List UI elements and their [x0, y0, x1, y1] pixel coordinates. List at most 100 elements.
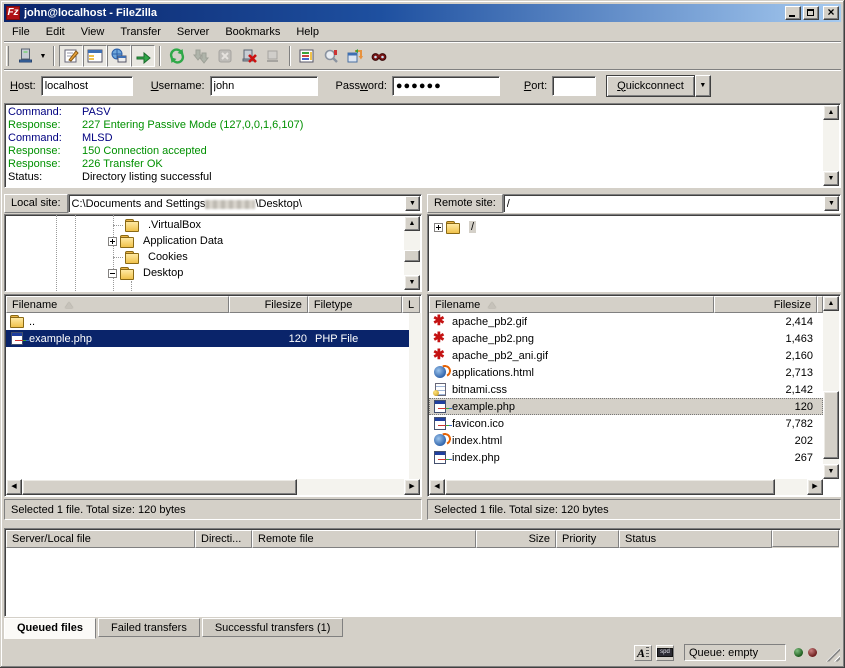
local-list-hscrollbar[interactable]: ◀ ▶ — [6, 479, 420, 495]
file-row-example-php[interactable]: example.php 120 — [429, 398, 823, 415]
remote-site-path[interactable]: / — [507, 197, 822, 211]
disconnect-button[interactable] — [237, 45, 261, 67]
process-queue-button[interactable] — [189, 45, 213, 67]
directory-filters-button[interactable] — [295, 45, 319, 67]
local-list-scroll-track[interactable] — [409, 313, 421, 479]
tree-item-cookies[interactable]: Cookies — [113, 249, 188, 265]
expand-icon[interactable] — [108, 237, 117, 246]
menu-bookmarks[interactable]: Bookmarks — [217, 23, 288, 41]
scrollbar-thumb[interactable] — [823, 391, 839, 459]
collapse-icon[interactable] — [108, 269, 117, 278]
find-files-button[interactable] — [367, 45, 391, 67]
quickconnect-dropdown[interactable]: ▼ — [695, 75, 711, 97]
local-file-list[interactable]: Filename Filesize Filetype L .. example.… — [4, 294, 422, 497]
remote-list-vscrollbar[interactable]: ▲ ▼ — [823, 296, 839, 479]
tree-item-desktop[interactable]: Desktop — [108, 265, 183, 281]
minimize-button[interactable] — [785, 6, 801, 20]
scrollbar-thumb[interactable] — [445, 479, 775, 495]
remote-directory-tree[interactable]: / — [427, 214, 841, 292]
site-manager-button[interactable] — [13, 45, 37, 67]
site-manager-dropdown[interactable]: ▼ — [37, 45, 49, 67]
toolbar-grip[interactable] — [6, 46, 9, 66]
menu-file[interactable]: File — [4, 23, 38, 41]
menu-edit[interactable]: Edit — [38, 23, 73, 41]
menu-server[interactable]: Server — [169, 23, 217, 41]
reconnect-button[interactable] — [261, 45, 285, 67]
synchronized-browsing-button[interactable] — [343, 45, 367, 67]
speed-limit-indicator-icon[interactable]: spd — [656, 645, 674, 661]
scroll-up-button[interactable]: ▲ — [404, 216, 420, 231]
column-header-last-modified[interactable]: L — [402, 296, 420, 313]
host-input[interactable] — [41, 76, 133, 96]
tree-item-virtualbox[interactable]: .VirtualBox — [113, 217, 201, 233]
tree-item-application-data[interactable]: Application Data — [108, 233, 223, 249]
file-row-parent-dir[interactable]: .. — [6, 313, 420, 330]
column-header-filename[interactable]: Filename — [429, 296, 714, 313]
file-row[interactable]: index.php 267 — [429, 449, 823, 466]
cancel-operation-button[interactable] — [213, 45, 237, 67]
remote-site-dropdown[interactable]: ▼ — [824, 196, 839, 211]
expand-icon[interactable] — [434, 223, 443, 232]
scroll-right-button[interactable]: ▶ — [404, 479, 420, 495]
remote-list-hscrollbar[interactable]: ◀ ▶ — [429, 479, 823, 495]
local-tree-scrollbar[interactable]: ▲ ▼ — [404, 216, 420, 290]
scroll-up-button[interactable]: ▲ — [823, 105, 839, 120]
transfer-type-indicator-icon[interactable]: A — [634, 645, 652, 661]
title-bar[interactable]: Fz john@localhost - FileZilla — [4, 4, 841, 22]
scrollbar-thumb[interactable] — [22, 479, 297, 495]
menu-transfer[interactable]: Transfer — [112, 23, 169, 41]
column-header-size[interactable]: Size — [476, 530, 556, 548]
menu-view[interactable]: View — [73, 23, 113, 41]
scroll-right-button[interactable]: ▶ — [807, 479, 823, 495]
local-directory-tree[interactable]: .VirtualBox Application Data Cookies Des… — [4, 214, 422, 292]
port-input[interactable] — [552, 76, 596, 96]
column-header-remote-file[interactable]: Remote file — [252, 530, 476, 548]
file-row[interactable]: favicon.ico 7,782 — [429, 415, 823, 432]
column-header-server-local-file[interactable]: Server/Local file — [6, 530, 195, 548]
menu-help[interactable]: Help — [288, 23, 327, 41]
column-header-priority[interactable]: Priority — [556, 530, 619, 548]
message-log[interactable]: Command:PASV Response:227 Entering Passi… — [4, 103, 841, 188]
local-site-path[interactable]: C:\Documents and Settings\Desktop\ — [72, 197, 403, 211]
column-header-filename[interactable]: Filename — [6, 296, 229, 313]
toggle-local-tree-button[interactable] — [83, 45, 107, 67]
file-row[interactable]: index.html 202 — [429, 432, 823, 449]
maximize-button[interactable] — [803, 6, 819, 20]
tab-queued-files[interactable]: Queued files — [4, 618, 96, 639]
toggle-transfer-queue-button[interactable] — [131, 45, 155, 67]
tab-failed-transfers[interactable]: Failed transfers — [98, 618, 200, 637]
tree-item-root[interactable]: / — [434, 219, 476, 235]
remote-site-combobox[interactable]: / ▼ — [503, 194, 841, 213]
local-site-combobox[interactable]: C:\Documents and Settings\Desktop\ ▼ — [68, 194, 422, 213]
scrollbar-thumb[interactable] — [404, 250, 420, 262]
password-input[interactable] — [392, 76, 500, 96]
file-row[interactable]: bitnami.css 2,142 — [429, 381, 823, 398]
toggle-remote-tree-button[interactable] — [107, 45, 131, 67]
remote-file-list[interactable]: Filename Filesize apache_pb2.gif 2,414 a… — [427, 294, 841, 497]
file-row[interactable]: apache_pb2.gif 2,414 — [429, 313, 823, 330]
column-header-filesize[interactable]: Filesize — [229, 296, 308, 313]
close-button[interactable] — [823, 6, 839, 20]
scroll-left-button[interactable]: ◀ — [429, 479, 445, 495]
toggle-message-log-button[interactable] — [59, 45, 83, 67]
compare-directories-button[interactable] — [319, 45, 343, 67]
resize-grip[interactable] — [826, 648, 840, 662]
local-site-dropdown[interactable]: ▼ — [405, 196, 420, 211]
file-row[interactable]: applications.html 2,713 — [429, 364, 823, 381]
column-header-status[interactable]: Status — [619, 530, 772, 548]
log-scrollbar[interactable]: ▲ ▼ — [823, 105, 839, 186]
column-header-direction[interactable]: Directi... — [195, 530, 252, 548]
transfer-queue[interactable]: Server/Local file Directi... Remote file… — [4, 528, 841, 617]
scroll-left-button[interactable]: ◀ — [6, 479, 22, 495]
scroll-up-button[interactable]: ▲ — [823, 296, 839, 311]
column-header-filesize[interactable]: Filesize — [714, 296, 817, 313]
refresh-button[interactable] — [165, 45, 189, 67]
column-header-filetype[interactable]: Filetype — [308, 296, 402, 313]
tab-successful-transfers[interactable]: Successful transfers (1) — [202, 618, 344, 637]
file-row[interactable]: apache_pb2.png 1,463 — [429, 330, 823, 347]
quickconnect-button[interactable]: Quickconnect — [606, 75, 695, 97]
filezilla-logo-icon[interactable]: Fz — [6, 6, 20, 20]
scroll-down-button[interactable]: ▼ — [823, 464, 839, 479]
username-input[interactable] — [210, 76, 318, 96]
file-row-example-php[interactable]: example.php 120 PHP File 1 — [6, 330, 410, 347]
